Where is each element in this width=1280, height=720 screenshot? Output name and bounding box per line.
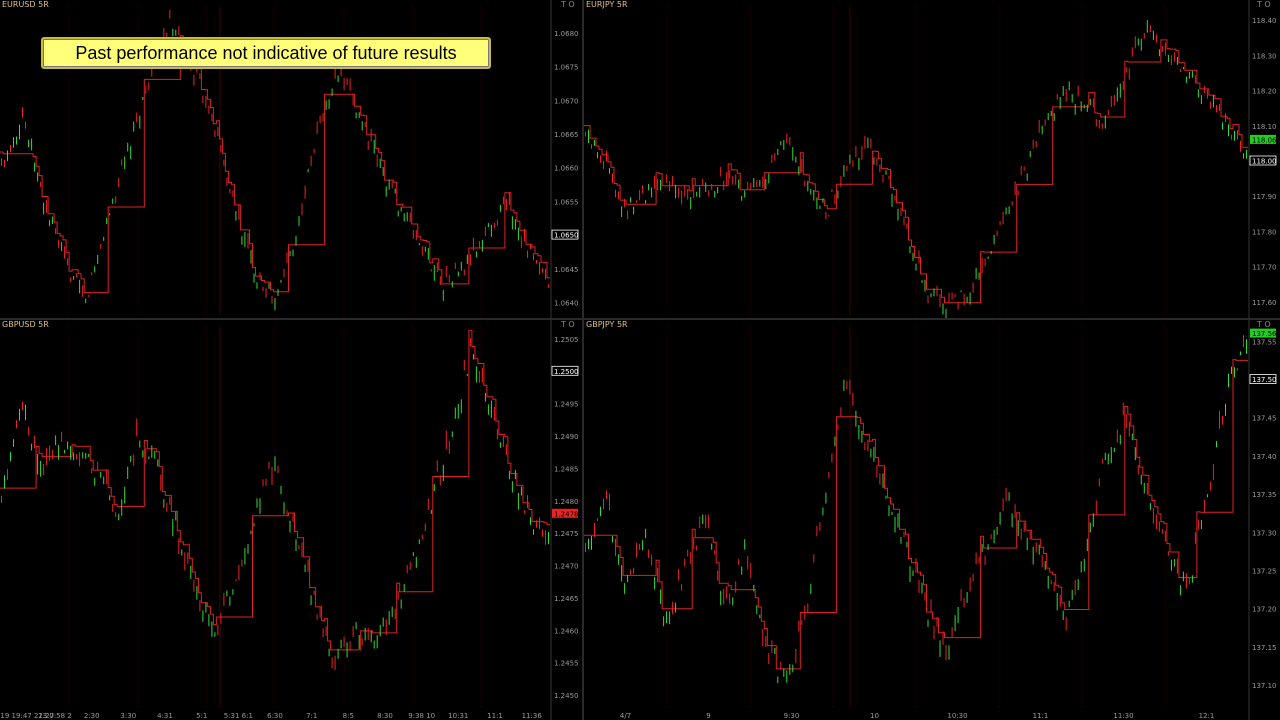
x-tick-label: 10:31 (448, 712, 468, 720)
y-tick-label: 1.2505 (554, 336, 579, 344)
y-tick-label: 1.2460 (554, 627, 579, 635)
y-tick-label: 117.80 (1252, 229, 1277, 237)
chart-panel-gbpjpy[interactable]: GBPJPY 5R T O 137.55137.50137.45137.4013… (584, 320, 1280, 720)
last-price-label: 137.50 (1252, 376, 1277, 384)
y-tick-label: 1.2490 (554, 433, 579, 441)
y-tick-label: 1.0645 (554, 266, 579, 274)
y-tick-label: 118.20 (1252, 88, 1277, 96)
x-tick-label: 6:30 (267, 712, 283, 720)
chart-canvas[interactable]: 137.55 137.50 137.45 137.40 137.35 137.30 137.… (584, 320, 1280, 720)
x-tick-label: 9:38 10 (408, 712, 435, 720)
y-tick-label: 117.90 (1252, 193, 1277, 201)
chart-title: GBPJPY 5R (586, 320, 628, 329)
y-tick-label: 118.30 (1252, 52, 1277, 60)
x-tick-label: 8:5 (343, 712, 354, 720)
y-tick-label: 1.2485 (554, 465, 579, 473)
y-tick-label: 1.2475 (554, 530, 579, 538)
y-tick-label: 1.2455 (554, 660, 579, 668)
y-tick-label: 137.55 (1252, 338, 1277, 346)
y-tick-label: 1.0680 (554, 30, 579, 38)
y-tick-label: 1.2495 (554, 401, 579, 409)
y-tick-label: 1.2480 (554, 498, 579, 506)
x-tick-label: 4:31 (157, 712, 173, 720)
y-tick-label: 1.2465 (554, 595, 579, 603)
x-tick-label: 10 (870, 712, 879, 720)
y-tick-label: 137.10 (1252, 682, 1277, 690)
chart-panel-eurjpy[interactable]: EURJPY 5R T O 118.40 118.30 118.20 118.10 11… (584, 0, 1280, 318)
y-tick-label: 117.60 (1252, 299, 1277, 307)
chart-tools[interactable]: T O (561, 320, 575, 329)
last-price-label: 1.2500 (554, 368, 579, 376)
x-tick-label: 11:1 (1033, 712, 1049, 720)
x-tick-label: 2:30 (84, 712, 100, 720)
chart-title: GBPUSD 5R (2, 320, 49, 329)
x-tick-label: 11:30 (1113, 712, 1133, 720)
y-tick-label: 1.2470 (554, 563, 579, 571)
chart-panel-gbpusd[interactable]: GBPUSD 5R T O 1.25051.25001.24951.24901.… (0, 320, 582, 720)
chart-title: EURJPY 5R (586, 0, 628, 9)
chart-canvas[interactable]: 118.40 118.30 118.20 118.10 118.00 117.90 117.… (584, 0, 1280, 318)
y-tick-label: 1.0660 (554, 165, 579, 173)
y-tick-label: 118.40 (1252, 17, 1277, 25)
y-tick-label: 137.25 (1252, 568, 1277, 576)
x-tick-label: 5:1 (196, 712, 207, 720)
y-tick-label: 1.0640 (554, 300, 579, 308)
marker-price-label: 118.06 (1252, 136, 1277, 144)
x-tick-label: 11:1 (487, 712, 503, 720)
x-tick-label: 9 (706, 712, 710, 720)
y-tick-label: 137.35 (1252, 491, 1277, 499)
marker-price-label: 137.56 (1252, 330, 1277, 338)
y-tick-label: 118.10 (1252, 123, 1277, 131)
x-tick-label: 5:31 6:1 (224, 712, 253, 720)
marker-price-label: 1.2478 (554, 510, 579, 518)
chart-tools[interactable]: T O (1257, 0, 1271, 9)
x-tick-label: 11:36 (522, 712, 543, 720)
last-price-label: 1.0650 (554, 232, 579, 240)
trailing-stop-line (584, 39, 1248, 304)
x-tick-label: 3:30 (120, 712, 136, 720)
y-tick-label: 1.0655 (554, 198, 579, 206)
chart-title: EURUSD 5R (2, 0, 49, 9)
y-tick-label: 1.2450 (554, 692, 579, 700)
y-tick-label: 137.20 (1252, 606, 1277, 614)
y-tick-label: 1.0665 (554, 131, 579, 139)
x-tick-label: 4/7 (620, 712, 631, 720)
y-tick-label: 137.40 (1252, 453, 1277, 461)
y-tick-label: 137.30 (1252, 529, 1277, 537)
x-tick-label: 12:1 (1199, 712, 1215, 720)
chart-canvas[interactable]: 1.2505 1.2500 1.2495 1.2490 1.2485 1.2480 1.24… (0, 320, 582, 720)
y-tick-label: 137.45 (1252, 415, 1277, 423)
x-tick-label: 10:30 (947, 712, 967, 720)
x-tick-label: 9:30 (784, 712, 800, 720)
chart-tools[interactable]: T O (561, 0, 575, 9)
y-tick-label: 137.15 (1252, 644, 1277, 652)
x-tick-label: 8:30 (377, 712, 393, 720)
x-tick-label: 23 0:58 2 (38, 712, 72, 720)
last-price-label: 118.00 (1252, 158, 1277, 166)
chart-tools[interactable]: T O (1257, 320, 1271, 329)
disclaimer-banner: Past performance not indicative of futur… (41, 37, 491, 69)
y-tick-label: 1.0670 (554, 97, 579, 105)
y-tick-label: 1.0675 (554, 64, 579, 72)
y-tick-label: 117.70 (1252, 264, 1277, 272)
x-tick-label: 7:1 (306, 712, 317, 720)
